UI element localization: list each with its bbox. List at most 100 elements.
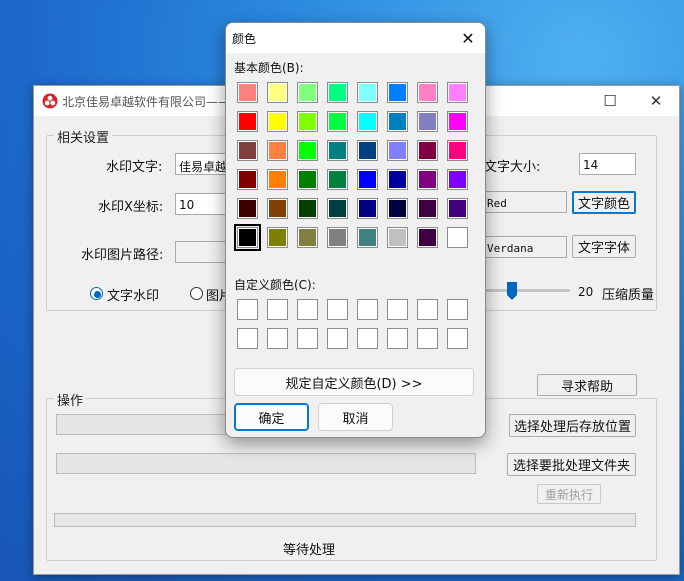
custom-color-swatch[interactable]: [327, 299, 348, 320]
custom-color-swatch[interactable]: [327, 328, 348, 349]
maximize-button[interactable]: ☐: [587, 86, 633, 116]
basic-color-swatch[interactable]: [237, 169, 258, 190]
basic-color-swatch[interactable]: [297, 198, 318, 219]
quality-label: 压缩质量: [602, 288, 655, 303]
color-dialog-title-bar[interactable]: 颜色 ✕: [226, 23, 485, 53]
image-watermark-radio[interactable]: [190, 287, 203, 300]
choose-folder-button[interactable]: 选择要批处理文件夹: [507, 453, 636, 476]
operations-group-legend: 操作: [54, 390, 87, 409]
basic-color-swatch[interactable]: [447, 140, 468, 161]
basic-color-swatch[interactable]: [267, 169, 288, 190]
quality-slider[interactable]: [484, 280, 570, 302]
custom-color-swatch[interactable]: [417, 328, 438, 349]
basic-color-swatch[interactable]: [387, 111, 408, 132]
basic-color-swatch[interactable]: [267, 198, 288, 219]
basic-color-swatch[interactable]: [417, 227, 438, 248]
choose-output-button[interactable]: 选择处理后存放位置: [509, 414, 636, 437]
basic-color-swatch[interactable]: [387, 140, 408, 161]
help-button[interactable]: 寻求帮助: [537, 374, 637, 396]
custom-color-swatch[interactable]: [357, 328, 378, 349]
custom-color-swatch[interactable]: [267, 299, 288, 320]
basic-color-swatch[interactable]: [357, 169, 378, 190]
custom-color-swatch[interactable]: [267, 328, 288, 349]
basic-color-swatch[interactable]: [297, 140, 318, 161]
basic-color-swatch[interactable]: [357, 198, 378, 219]
basic-color-swatch[interactable]: [387, 227, 408, 248]
text-color-button[interactable]: 文字颜色: [572, 191, 636, 214]
watermark-x-label: 水印X坐标:: [98, 200, 164, 215]
basic-color-swatch[interactable]: [237, 111, 258, 132]
basic-color-swatch[interactable]: [297, 82, 318, 103]
basic-color-swatch[interactable]: [327, 111, 348, 132]
basic-color-swatch[interactable]: [447, 169, 468, 190]
quality-slider-thumb[interactable]: [506, 281, 518, 301]
basic-color-swatch[interactable]: [447, 82, 468, 103]
basic-color-swatch[interactable]: [447, 227, 468, 248]
basic-color-swatch[interactable]: [357, 140, 378, 161]
quality-slider-track: [484, 289, 570, 292]
basic-color-swatch[interactable]: [447, 111, 468, 132]
basic-color-swatch[interactable]: [297, 111, 318, 132]
basic-color-swatch[interactable]: [327, 169, 348, 190]
basic-color-swatch[interactable]: [297, 227, 318, 248]
basic-color-swatch[interactable]: [357, 111, 378, 132]
basic-color-swatch[interactable]: [387, 198, 408, 219]
basic-color-swatch[interactable]: [417, 169, 438, 190]
custom-colors-label: 自定义颜色(C):: [234, 278, 316, 292]
custom-color-swatch[interactable]: [237, 328, 258, 349]
basic-color-swatch[interactable]: [417, 198, 438, 219]
custom-color-swatch[interactable]: [357, 299, 378, 320]
text-watermark-radio-label: 文字水印: [107, 289, 160, 304]
basic-color-swatch[interactable]: [327, 82, 348, 103]
basic-color-swatch[interactable]: [234, 224, 261, 251]
basic-color-swatch[interactable]: [237, 140, 258, 161]
basic-color-swatch[interactable]: [237, 198, 258, 219]
basic-color-swatch[interactable]: [417, 111, 438, 132]
quality-value: 20: [578, 285, 594, 299]
font-size-input[interactable]: 14: [579, 153, 636, 175]
custom-color-swatch[interactable]: [297, 328, 318, 349]
custom-color-swatch[interactable]: [387, 328, 408, 349]
close-button[interactable]: ✕: [633, 86, 679, 116]
custom-color-swatch[interactable]: [387, 299, 408, 320]
basic-color-swatch[interactable]: [327, 198, 348, 219]
basic-color-swatch[interactable]: [267, 82, 288, 103]
basic-color-swatch[interactable]: [327, 227, 348, 248]
basic-colors-grid: [234, 82, 477, 262]
custom-color-swatch[interactable]: [237, 299, 258, 320]
basic-color-swatch[interactable]: [357, 227, 378, 248]
ok-button[interactable]: 确定: [234, 403, 309, 431]
progress-bar: [54, 513, 636, 527]
color-value-field: Red: [484, 191, 567, 213]
status-text: 等待处理: [283, 543, 336, 558]
custom-color-swatch[interactable]: [447, 328, 468, 349]
basic-color-swatch[interactable]: [297, 169, 318, 190]
basic-color-swatch[interactable]: [417, 140, 438, 161]
text-font-button[interactable]: 文字字体: [572, 235, 636, 258]
basic-colors-label: 基本颜色(B):: [234, 61, 304, 75]
settings-group-legend: 相关设置: [54, 127, 113, 146]
custom-color-swatch[interactable]: [447, 299, 468, 320]
define-custom-colors-button[interactable]: 规定自定义颜色(D) >>: [234, 368, 474, 396]
basic-color-swatch[interactable]: [237, 82, 258, 103]
basic-color-swatch[interactable]: [387, 169, 408, 190]
rerun-button[interactable]: 重新执行: [537, 484, 601, 504]
basic-color-swatch[interactable]: [267, 111, 288, 132]
basic-color-swatch[interactable]: [387, 82, 408, 103]
basic-color-swatch[interactable]: [327, 140, 348, 161]
custom-color-swatch[interactable]: [417, 299, 438, 320]
main-window-title: 北京佳易卓越软件有限公司——: [62, 95, 231, 109]
text-watermark-radio[interactable]: [90, 287, 103, 300]
basic-color-swatch[interactable]: [357, 82, 378, 103]
custom-color-swatch[interactable]: [297, 299, 318, 320]
basic-color-swatch[interactable]: [267, 140, 288, 161]
font-value-field: Verdana: [484, 236, 567, 258]
basic-color-swatch[interactable]: [417, 82, 438, 103]
basic-color-swatch[interactable]: [267, 227, 288, 248]
font-size-label: 文字大小:: [484, 160, 541, 175]
close-icon: ✕: [649, 92, 663, 110]
cancel-button[interactable]: 取消: [318, 403, 393, 431]
close-icon[interactable]: ✕: [451, 23, 485, 53]
custom-colors-grid: [237, 299, 477, 353]
basic-color-swatch[interactable]: [447, 198, 468, 219]
